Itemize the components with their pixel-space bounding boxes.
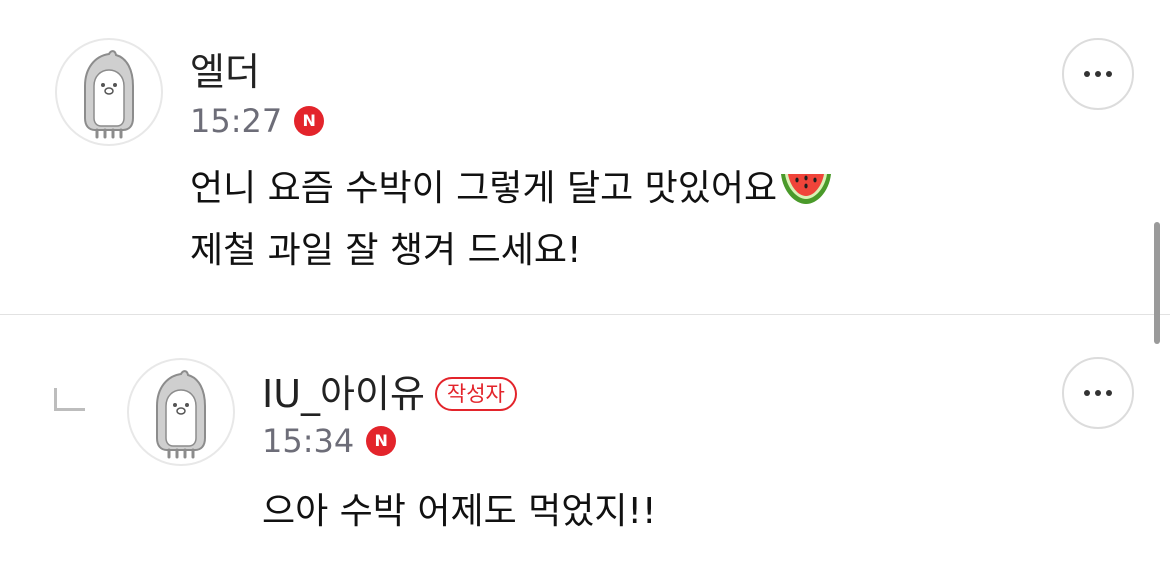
comment-line: 제철 과일 잘 챙겨 드세요!	[190, 230, 582, 271]
comment-time: 15:27	[190, 102, 283, 140]
comment-time: 15:34	[262, 422, 355, 460]
comment-body: 으아 수박 어제도 먹었지!!	[262, 485, 656, 539]
avatar[interactable]	[127, 358, 235, 466]
comment-item: 엘더 15:27 N 언니 요즘 수박이 그렇게 달고 맛있어요 제철 과일 잘…	[0, 0, 1170, 314]
comment-author[interactable]: IU_아이유 작성자	[262, 372, 517, 416]
dot-icon	[1084, 71, 1090, 77]
more-options-button[interactable]	[1062, 357, 1134, 429]
comment-line: 언니 요즘 수박이 그렇게 달고 맛있어요	[190, 162, 833, 224]
author-name: 엘더	[190, 50, 260, 94]
comment-author[interactable]: 엘더	[190, 50, 260, 94]
dot-icon	[1106, 390, 1112, 396]
dot-icon	[1084, 390, 1090, 396]
penguin-avatar-icon	[156, 370, 206, 459]
penguin-avatar-icon	[84, 50, 134, 139]
dot-icon	[1095, 390, 1101, 396]
reply-item: IU_아이유 작성자 15:34 N 으아 수박 어제도 먹었지!!	[0, 315, 1170, 568]
dot-icon	[1106, 71, 1112, 77]
comment-line: 으아 수박 어제도 먹었지!!	[262, 491, 657, 532]
writer-badge: 작성자	[434, 377, 517, 411]
comment-meta: 15:27 N	[190, 101, 325, 141]
watermelon-icon	[779, 168, 833, 224]
new-badge: N	[366, 426, 397, 456]
comment-line-text: 언니 요즘 수박이 그렇게 달고 맛있어요	[190, 168, 778, 209]
avatar[interactable]	[55, 38, 163, 146]
comment-body: 언니 요즘 수박이 그렇게 달고 맛있어요 제철 과일 잘 챙겨 드세요!	[190, 162, 833, 278]
new-badge: N	[294, 106, 325, 136]
more-options-button[interactable]	[1062, 38, 1134, 110]
comment-meta: 15:34 N	[262, 421, 397, 461]
dot-icon	[1095, 71, 1101, 77]
author-name: IU_아이유	[262, 372, 425, 416]
